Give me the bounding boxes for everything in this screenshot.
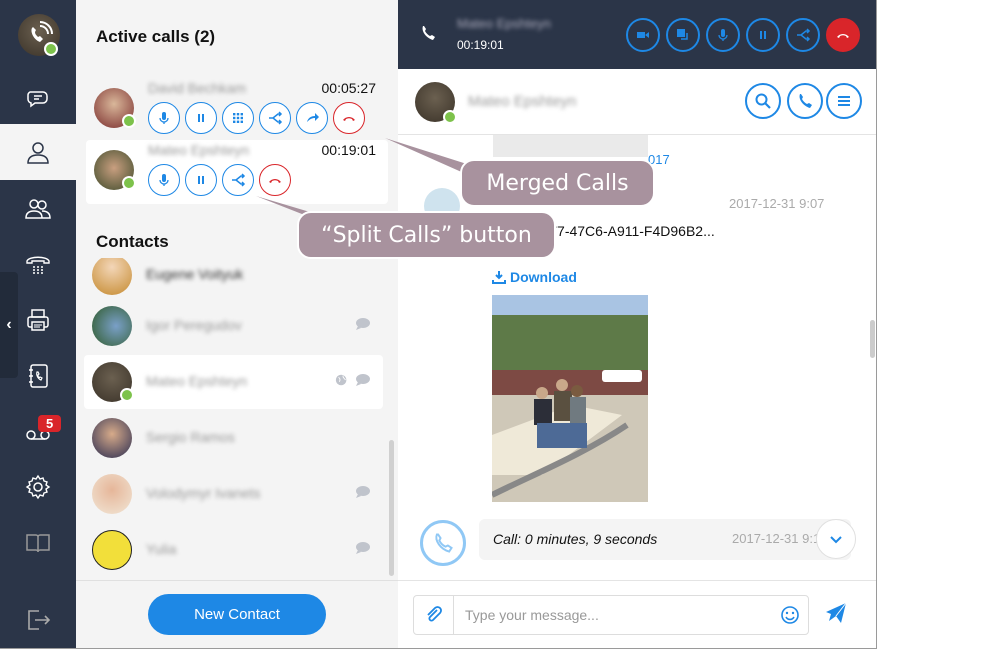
callout-pointers [256, 138, 475, 225]
annotation-split-calls: “Split Calls” button [297, 211, 556, 259]
annotation-merged-calls: Merged Calls [460, 159, 655, 207]
